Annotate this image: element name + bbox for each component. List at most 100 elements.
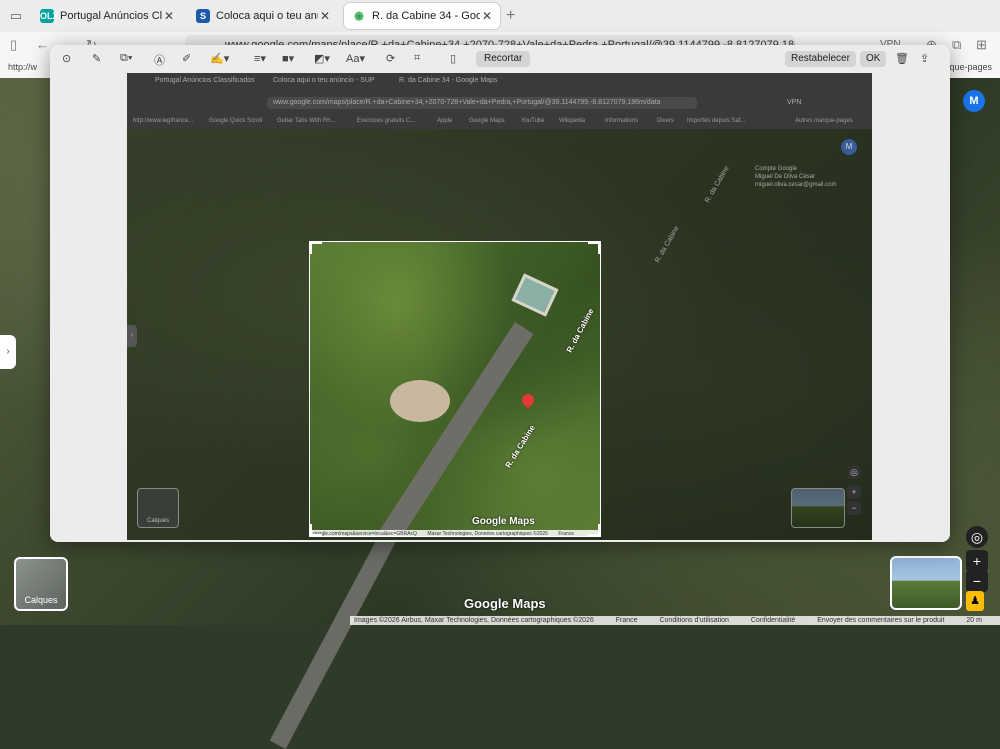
map-attribution: Images ©2026 Airbus, Maxar Technologies,… xyxy=(350,616,1000,625)
attribution-country: France xyxy=(558,531,574,537)
captured-account-popup: Compte Google Miguel De Oliva César migu… xyxy=(755,165,836,189)
captured-bookmark: Apple xyxy=(437,118,453,124)
text-icon[interactable]: Ⓐ xyxy=(154,52,165,68)
crop-handle-top-left[interactable] xyxy=(310,242,322,254)
close-icon[interactable]: ✕ xyxy=(162,9,176,23)
privacy-link[interactable]: Confidentialité xyxy=(751,617,795,624)
captured-browser-chrome: Portugal Anúncios Classificados Coloca a… xyxy=(127,73,872,129)
new-tab-icon[interactable]: + xyxy=(506,7,515,25)
captured-expand-icon: › xyxy=(127,325,137,347)
captured-layers-button: Calques xyxy=(137,488,179,528)
tab-sup[interactable]: S Coloca aqui o teu anúncio - SUP ✕ xyxy=(188,3,338,29)
rotate-icon[interactable]: ⟳ xyxy=(386,52,395,65)
tab-title: R. da Cabine 34 - Google Maps xyxy=(372,10,480,22)
share-icon[interactable]: ⇪ xyxy=(920,52,929,65)
captured-bookmark: Informations xyxy=(605,118,639,124)
expand-panel-icon[interactable]: › xyxy=(0,335,16,369)
attribution-url: google.com/maps&service=local&ec=GBRAcQ xyxy=(313,531,417,537)
captured-layers-label: Calques xyxy=(146,518,169,524)
account-email: miguel.oliva.cesar@gmail.com xyxy=(755,182,837,188)
my-location-icon[interactable]: ◎ xyxy=(966,526,988,548)
tab-overview-icon[interactable]: ▭ xyxy=(8,8,24,24)
captured-bookmark: Google Quick Scroll xyxy=(209,118,263,124)
account-title: Compte Google xyxy=(755,166,798,172)
ok-button[interactable]: OK xyxy=(860,51,887,67)
attribution-data: Maxar Technologies, Données cartographiq… xyxy=(427,531,548,537)
captured-location-icon: ◎ xyxy=(847,465,861,479)
street-view-preview[interactable] xyxy=(890,556,962,610)
attribution-imagery: Images ©2026 Airbus, Maxar Technologies,… xyxy=(354,617,594,624)
google-maps-logo: Google Maps xyxy=(464,596,546,611)
shapes-icon[interactable]: ⧉▾ xyxy=(120,52,132,65)
swimming-pool xyxy=(511,273,559,317)
maps-favicon-icon: ◉ xyxy=(352,9,366,23)
back-icon[interactable]: ← xyxy=(36,37,49,52)
captured-bookmark: Autres marque-pages xyxy=(795,118,853,124)
pen-icon[interactable]: ✎ xyxy=(92,52,101,65)
street-label: R. da Cabine xyxy=(503,423,537,470)
crop-handle-bottom-left[interactable] xyxy=(310,524,322,536)
close-icon[interactable]: ✕ xyxy=(318,9,332,23)
grid-icon[interactable]: ⊞ xyxy=(976,37,987,53)
captured-vpn: VPN xyxy=(787,99,802,106)
account-name: Miguel De Oliva César xyxy=(755,174,816,180)
olx-favicon-icon: OLX xyxy=(40,9,59,23)
account-avatar[interactable]: M xyxy=(963,90,985,112)
crop-button[interactable]: Recortar xyxy=(476,51,531,67)
crop-selection[interactable]: R. da Cabine R. da Cabine Google Maps go… xyxy=(309,241,601,537)
terms-link[interactable]: Conditions d'utilisation xyxy=(659,617,728,624)
font-icon[interactable]: Aa▾ xyxy=(346,52,365,65)
feedback-link[interactable]: Envoyer des commentaires sur le produit xyxy=(817,617,944,624)
screenshot-editor: ⊙ ✎ ⧉▾ Ⓐ ✐ ✍▾ ≡▾ ■▾ ◩▾ Aa▾ ⟳ ⌗ ▯ Recorta… xyxy=(50,45,950,542)
captured-bookmarks: http://www.legifrance... Google Quick Sc… xyxy=(127,115,872,129)
captured-bookmark: Exercices gratuits C... xyxy=(357,118,416,124)
border-color-icon[interactable]: ■▾ xyxy=(282,52,294,65)
captured-zoom-out: − xyxy=(847,501,861,515)
tab-bar: ▭ OLX Portugal Anúncios Classificados ✕ … xyxy=(0,0,1000,33)
editor-toolbar: ⊙ ✎ ⧉▾ Ⓐ ✐ ✍▾ ≡▾ ■▾ ◩▾ Aa▾ ⟳ ⌗ ▯ Recorta… xyxy=(50,45,950,73)
location-pin-icon[interactable] xyxy=(519,391,537,409)
street-label: R. da Cabine xyxy=(564,306,596,355)
record-icon[interactable]: ⊙ xyxy=(62,52,71,65)
sidebar-toggle-icon[interactable]: ▯ xyxy=(10,37,17,53)
fill-color-icon[interactable]: ◩▾ xyxy=(314,52,330,65)
bookmark-link[interactable]: http://w xyxy=(8,62,37,72)
editor-canvas[interactable]: Portugal Anúncios Classificados Coloca a… xyxy=(127,73,872,540)
reset-button[interactable]: Restabelecer xyxy=(785,51,856,67)
extensions-icon[interactable]: ⧉ xyxy=(952,37,961,53)
captured-zoom-in: + xyxy=(847,485,861,499)
line-style-icon[interactable]: ≡▾ xyxy=(254,52,266,65)
road xyxy=(362,322,534,536)
crop-handle-top-right[interactable] xyxy=(588,242,600,254)
captured-bookmark: Wikipedia xyxy=(559,118,586,124)
pegman-icon[interactable]: ♟ xyxy=(966,591,984,611)
tab-olx[interactable]: OLX Portugal Anúncios Classificados ✕ xyxy=(32,3,182,29)
layers-label: Calques xyxy=(24,595,58,605)
captured-street-view xyxy=(791,488,845,528)
captured-tab: Coloca aqui o teu anúncio - SUP xyxy=(273,77,375,84)
trash-icon[interactable]: 🗑 xyxy=(895,52,909,65)
captured-address-bar: www.google.com/maps/place/R.+da+Cabine+3… xyxy=(267,97,697,109)
scale-label[interactable]: 20 m xyxy=(966,617,982,624)
zoom-in-button[interactable]: + xyxy=(966,550,988,572)
tab-title: Portugal Anúncios Classificados xyxy=(60,10,162,22)
close-icon[interactable]: ✕ xyxy=(480,9,494,23)
captured-bookmark: Guitar Tabs With Rh... xyxy=(277,118,336,124)
crop-attribution: google.com/maps&service=local&ec=GBRAcQ … xyxy=(310,530,600,537)
captured-bookmark: http://www.legifrance... xyxy=(133,118,194,124)
captured-tab: R. da Cabine 34 - Google Maps xyxy=(399,77,498,84)
captured-avatar: M xyxy=(841,139,857,155)
captured-tab: Portugal Anúncios Classificados xyxy=(155,77,255,84)
crop-handle-bottom-right[interactable] xyxy=(588,524,600,536)
signature-icon[interactable]: ✍▾ xyxy=(210,52,229,65)
zoom-out-button[interactable]: − xyxy=(966,570,988,592)
captured-bookmark: Divers xyxy=(657,118,675,124)
attribution-country[interactable]: France xyxy=(616,617,638,624)
clearing xyxy=(390,380,450,422)
captured-bookmark: Importés depuis Saf... xyxy=(687,118,746,124)
tab-google-maps[interactable]: ◉ R. da Cabine 34 - Google Maps ✕ xyxy=(344,3,500,29)
layers-button[interactable]: Calques xyxy=(14,557,68,611)
crop-icon[interactable]: ⌗ xyxy=(414,52,420,65)
highlight-icon[interactable]: ✐ xyxy=(182,52,191,65)
device-icon[interactable]: ▯ xyxy=(450,52,456,65)
